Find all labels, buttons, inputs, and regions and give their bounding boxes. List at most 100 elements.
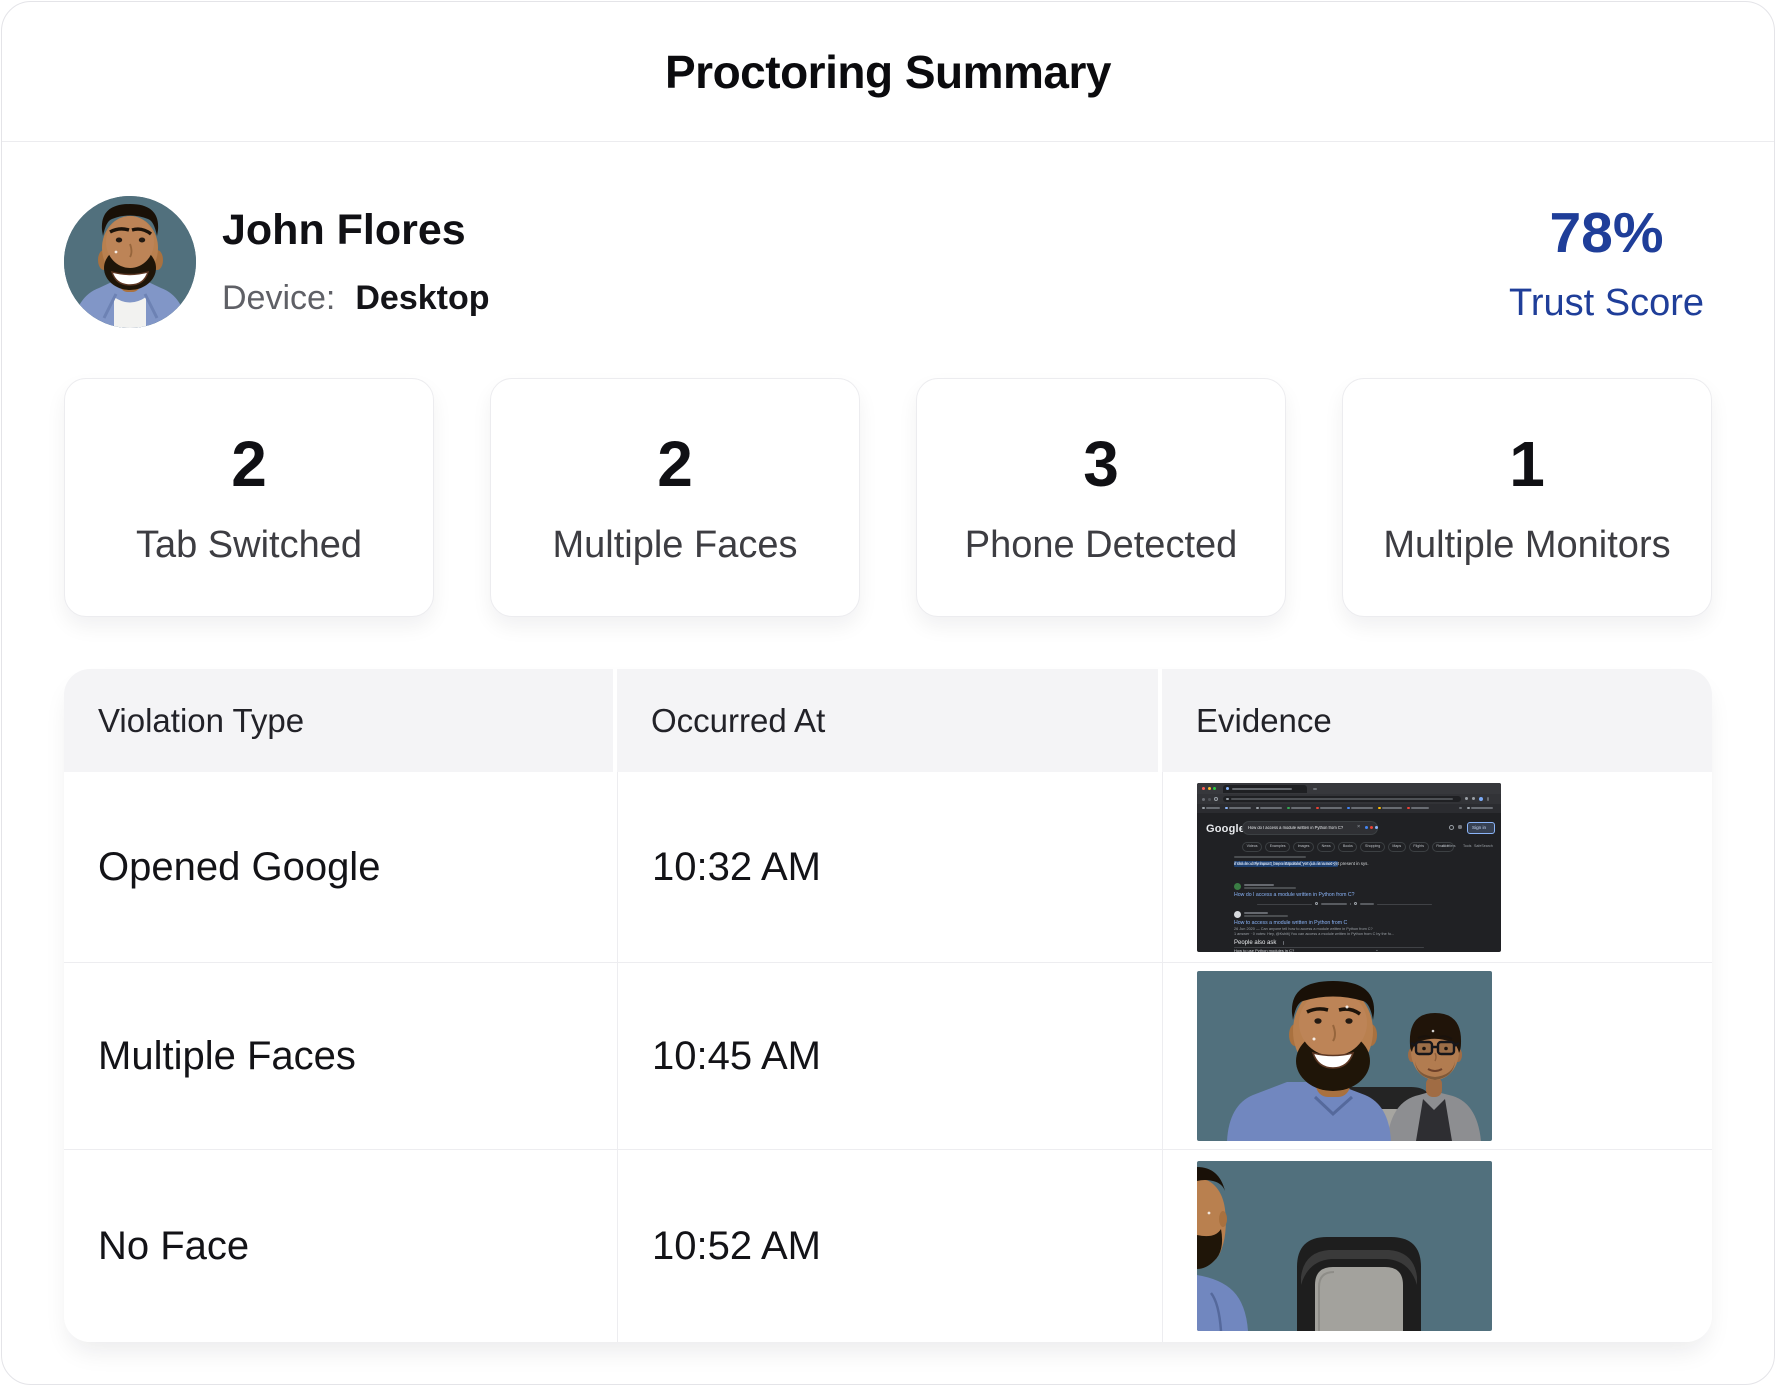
stat-card-multiple-faces: 2 Multiple Faces [490,378,860,617]
site-name-bar [1244,912,1268,914]
google-logo: Google [1206,824,1245,835]
stat-label: Tab Switched [136,526,362,564]
lock-icon [1226,798,1229,801]
evidence-cell [1162,963,1712,1149]
sign-in-label: Sign in [1472,826,1486,831]
mac-zoom-icon [1213,787,1216,790]
filter-chip: Flights [1409,842,1429,852]
evidence-cell: Google How do I access a module written … [1162,772,1712,962]
snippet-text: if the module hasn't been imported yet (… [1234,861,1369,868]
violation-stat-cards: 2 Tab Switched 2 Multiple Faces 3 Phone … [64,378,1712,617]
filter-chip: Maps [1388,842,1406,852]
blurred-text-bar [1351,807,1373,809]
blurred-text-bar [1260,807,1282,809]
clear-search-icon: × [1357,825,1360,831]
stat-value: 2 [657,432,693,496]
browser-profile-avatar [1479,797,1483,801]
evidence-cell [1162,1150,1712,1342]
stat-label: Multiple Monitors [1383,526,1670,564]
stat-card-tab-switched: 2 Tab Switched [64,378,434,617]
filter-chip: News [1317,842,1335,852]
page-title: Proctoring Summary [665,45,1111,99]
divider [1350,903,1351,905]
chevron-icon [1459,807,1462,809]
blurred-text-bar [1232,788,1292,790]
violations-table: Violation Type Occurred At Evidence Open… [64,669,1712,1342]
violation-type-cell: Opened Google [64,772,617,962]
stat-card-phone-detected: 3 Phone Detected [916,378,1286,617]
related-answers-icon [1315,902,1318,905]
bookmark-favicon-icon [1256,807,1259,810]
result2-favicon-icon [1234,911,1241,918]
result-title-link: How to access a module written in Python… [1234,921,1347,926]
candidate-info: John Flores Device: Desktop [222,206,490,318]
blurred-text-bar [1471,807,1493,809]
trust-score-label: Trust Score [1509,282,1704,325]
stat-value: 2 [231,432,267,496]
search-icon [1375,826,1378,829]
blurred-text-bar [1291,807,1311,809]
tools-label: Tools [1463,845,1471,849]
column-header-occurred-at: Occurred At [617,669,1162,772]
header: Proctoring Summary [2,2,1774,142]
result-snippet: 26 Jun 2020 — Can anyone tell how to acc… [1234,928,1373,932]
table-row: Opened Google 10:32 AM [64,772,1712,962]
apps-grid-icon [1458,825,1462,829]
mac-close-icon [1202,787,1205,790]
filter-chip: Videos [1242,842,1262,852]
cursor-bar [1283,941,1284,945]
filter-chip: Shopping [1360,842,1384,852]
browser-menu-icon [1487,797,1489,801]
site-url-bar [1244,915,1288,917]
candidate-name: John Flores [222,206,490,255]
reload-icon [1214,797,1218,801]
mac-minimize-icon [1208,787,1211,790]
column-header-evidence: Evidence [1162,669,1712,772]
voice-search-icon [1365,826,1368,829]
bookmark-favicon-icon [1202,807,1205,810]
evidence-image-two-faces-photo[interactable] [1197,971,1492,1141]
device-row: Device: Desktop [222,279,490,318]
evidence-image-no-face-photo[interactable] [1197,1161,1492,1331]
proctoring-summary-page: Proctoring Summary [1,1,1775,1385]
show-related-answers-bar [1321,903,1347,905]
column-header-violation-type: Violation Type [64,669,617,772]
violation-type-cell: Multiple Faces [64,963,617,1149]
device-label: Device: [222,279,335,318]
candidate-profile: John Flores Device: Desktop 78% Trust Sc… [64,196,1712,328]
bookmark-favicon-icon [1287,807,1290,810]
violation-type-cell: No Face [64,1150,617,1342]
avatar [64,196,196,328]
table-header-row: Violation Type Occurred At Evidence [64,669,1712,772]
all-bookmarks-icon [1467,807,1470,810]
new-tab-icon [1313,788,1317,790]
site-name-bar [1244,884,1274,886]
filter-chip: Examples [1265,842,1290,852]
bookmark-favicon-icon [1316,807,1319,810]
stat-label: Multiple Faces [553,526,798,564]
evidence-image-google-search-screenshot[interactable]: Google How do I access a module written … [1197,783,1501,952]
occurred-at-cell: 10:32 AM [617,772,1162,962]
bookmark-favicon-icon [1347,807,1350,810]
stackoverflow-favicon-icon [1234,883,1241,890]
blurred-text-bar [1411,807,1429,809]
bookmark-favicon-icon [1378,807,1381,810]
feedback-icon [1354,902,1357,905]
all-filters-label: All filters [1442,845,1456,849]
bookmark-favicon-icon [1225,807,1228,810]
people-also-ask-heading: People also ask [1234,940,1276,946]
search-query: How do I access a module written in Pyth… [1248,826,1356,830]
filter-chip: Images [1293,842,1314,852]
avatar-illustration [64,196,196,328]
feedback-bar [1360,903,1374,905]
blurred-text-bar [1206,807,1220,809]
trust-score: 78% Trust Score [1509,200,1712,325]
table-row: No Face 10:52 AM [64,1149,1712,1342]
occurred-at-cell: 10:45 AM [617,963,1162,1149]
device-value: Desktop [355,279,489,318]
empty-chair [1297,1237,1421,1331]
divider [1377,904,1432,905]
blurred-text-bar [1229,807,1251,809]
result-snippet: 1 answer · 0 votes: Hey, @Kshitij You ca… [1234,933,1394,937]
stat-value: 3 [1083,432,1119,496]
